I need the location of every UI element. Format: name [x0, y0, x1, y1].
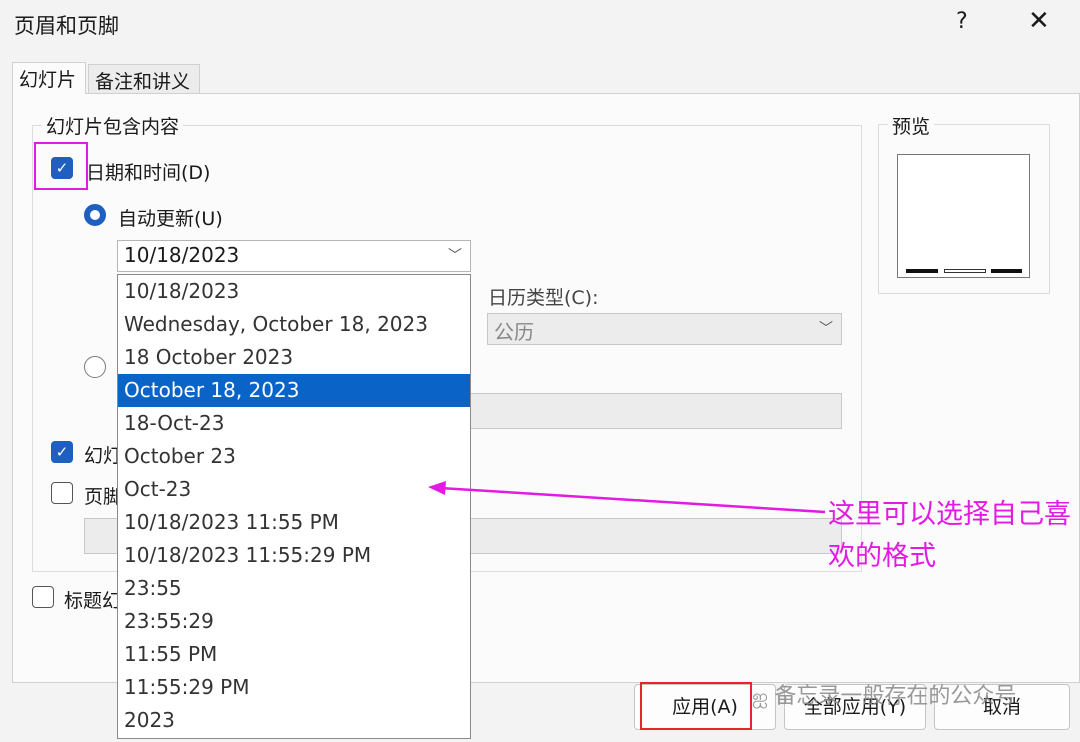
arrow-head	[428, 481, 446, 495]
arrow-line	[439, 486, 826, 514]
annotation-arrow	[428, 481, 826, 514]
